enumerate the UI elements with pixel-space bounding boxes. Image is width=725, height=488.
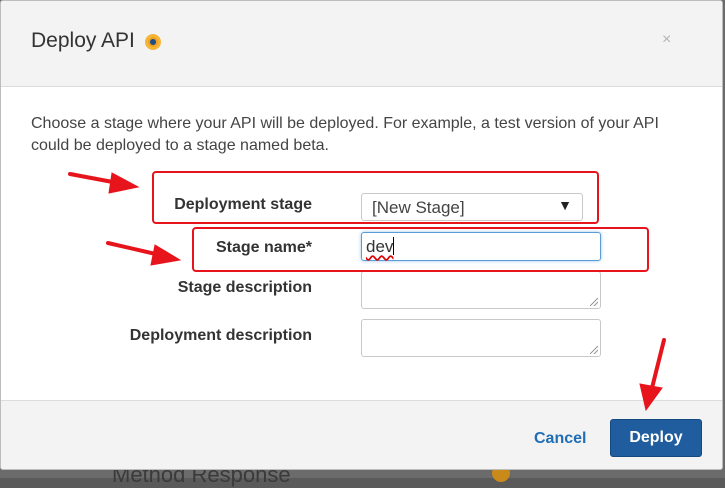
annotation-arrow-deployment-stage	[68, 172, 140, 194]
annotation-arrow-deploy	[639, 338, 666, 412]
annotation-arrows	[68, 172, 666, 412]
annotation-arrow-stage-name	[106, 241, 182, 266]
